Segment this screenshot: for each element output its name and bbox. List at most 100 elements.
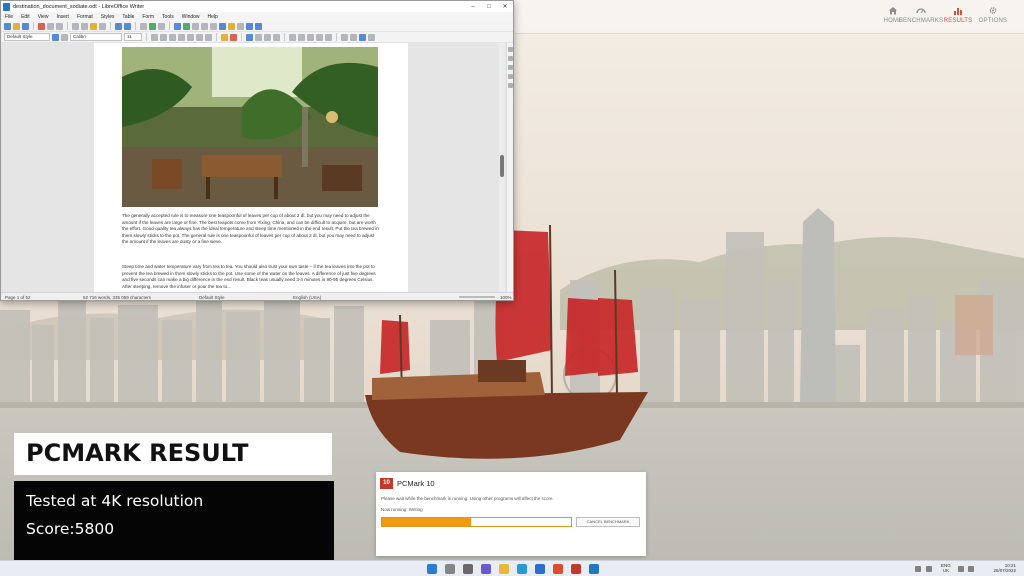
font-name-select[interactable]: Calibri — [70, 33, 122, 41]
numbered-list-icon[interactable] — [298, 33, 305, 41]
bullet-list-icon[interactable] — [289, 33, 296, 41]
widgets-icon[interactable] — [481, 564, 491, 574]
new-document-icon[interactable] — [4, 22, 11, 30]
font-size-select[interactable]: 11 — [124, 33, 142, 41]
document-area[interactable]: The generally accepted rule is to measur… — [1, 43, 513, 292]
gallery-icon[interactable] — [508, 65, 513, 70]
underline-icon[interactable] — [169, 33, 176, 41]
vertical-scrollbar[interactable] — [499, 43, 505, 292]
save-icon[interactable] — [22, 22, 29, 30]
highlight-color-icon[interactable] — [221, 33, 228, 41]
maximize-icon[interactable]: □ — [481, 4, 497, 10]
superscript-icon[interactable] — [187, 33, 194, 41]
minimize-icon[interactable]: – — [465, 4, 481, 10]
menu-table[interactable]: Table — [122, 14, 134, 20]
close-icon[interactable]: ✕ — [497, 3, 513, 10]
insert-special-character-icon[interactable] — [210, 22, 217, 30]
page-style[interactable]: Default Style — [199, 295, 225, 300]
menu-form[interactable]: Form — [142, 14, 154, 20]
writer-taskbar-icon[interactable] — [589, 564, 599, 574]
store-icon[interactable] — [535, 564, 545, 574]
insert-table-icon[interactable] — [174, 22, 181, 30]
redo-icon[interactable] — [124, 22, 131, 30]
scrollbar-thumb[interactable] — [500, 155, 504, 177]
basic-shapes-icon[interactable] — [255, 22, 262, 30]
edge-icon[interactable] — [517, 564, 527, 574]
outline-icon[interactable] — [307, 33, 314, 41]
new-style-icon[interactable] — [61, 33, 68, 41]
properties-icon[interactable] — [508, 47, 513, 52]
spelling-icon[interactable] — [149, 22, 156, 30]
paragraph-spacing-icon[interactable] — [350, 33, 357, 41]
increase-indent-icon[interactable] — [316, 33, 323, 41]
menu-help[interactable]: Help — [208, 14, 218, 20]
menu-insert[interactable]: Insert — [56, 14, 69, 20]
decrease-indent-icon[interactable] — [325, 33, 332, 41]
window-titlebar[interactable]: destination_document_sodiate.odt - Libre… — [1, 1, 513, 12]
onedrive-icon[interactable] — [926, 566, 932, 572]
sidebar-toggle-icon[interactable] — [359, 33, 366, 41]
insert-chart-icon[interactable] — [192, 22, 199, 30]
body-paragraph[interactable]: The generally accepted rule is to measur… — [122, 213, 380, 246]
start-icon[interactable] — [427, 564, 437, 574]
justify-icon[interactable] — [273, 33, 280, 41]
wifi-icon[interactable] — [958, 566, 964, 572]
menu-styles[interactable]: Styles — [101, 14, 115, 20]
chrome-icon[interactable] — [553, 564, 563, 574]
align-left-icon[interactable] — [246, 33, 253, 41]
font-color-icon[interactable] — [230, 33, 237, 41]
copy-icon[interactable] — [81, 22, 88, 30]
line-spacing-icon[interactable] — [341, 33, 348, 41]
nav-options[interactable]: OPTIONS — [969, 6, 1017, 24]
body-paragraph[interactable]: Steep time and water temperature vary fr… — [122, 264, 380, 290]
zoom-level[interactable]: 100% — [500, 295, 512, 300]
paragraph-style-select[interactable]: Default Style — [4, 33, 50, 41]
track-changes-icon[interactable] — [237, 22, 244, 30]
edit-icon[interactable] — [368, 33, 375, 41]
clone-formatting-icon[interactable] — [99, 22, 106, 30]
menu-format[interactable]: Format — [77, 14, 93, 20]
find-replace-icon[interactable] — [140, 22, 147, 30]
menu-window[interactable]: Window — [182, 14, 200, 20]
document-page[interactable]: The generally accepted rule is to measur… — [94, 43, 408, 292]
export-pdf-icon[interactable] — [38, 22, 45, 30]
strikethrough-icon[interactable] — [178, 33, 185, 41]
system-clock[interactable]: 10:21 26/07/2022 — [980, 563, 1016, 573]
menu-tools[interactable]: Tools — [162, 14, 174, 20]
print-preview-icon[interactable] — [56, 22, 63, 30]
italic-icon[interactable] — [160, 33, 167, 41]
paste-icon[interactable] — [90, 22, 97, 30]
page-icon[interactable] — [508, 83, 513, 88]
navigator-icon[interactable] — [508, 74, 513, 79]
formatting-marks-icon[interactable] — [158, 22, 165, 30]
chevron-up-icon[interactable] — [915, 566, 921, 572]
update-style-icon[interactable] — [52, 33, 59, 41]
insert-hyperlink-icon[interactable] — [219, 22, 226, 30]
task-view-icon[interactable] — [463, 564, 473, 574]
word-count[interactable]: 52 716 words, 335 059 characters — [83, 295, 151, 300]
cut-icon[interactable] — [72, 22, 79, 30]
volume-icon[interactable] — [968, 566, 974, 572]
insert-line-icon[interactable] — [246, 22, 253, 30]
menu-edit[interactable]: Edit — [21, 14, 30, 20]
pcmark-taskbar-icon[interactable] — [571, 564, 581, 574]
zoom-slider[interactable] — [459, 296, 495, 298]
styles-icon[interactable] — [508, 56, 513, 61]
text-language[interactable]: English (USA) — [293, 295, 321, 300]
subscript-icon[interactable] — [196, 33, 203, 41]
insert-comment-icon[interactable] — [228, 22, 235, 30]
open-folder-icon[interactable] — [13, 22, 20, 30]
align-right-icon[interactable] — [264, 33, 271, 41]
insert-textbox-icon[interactable] — [201, 22, 208, 30]
insert-image-icon[interactable] — [183, 22, 190, 30]
search-icon[interactable] — [445, 564, 455, 574]
menu-file[interactable]: File — [5, 14, 13, 20]
language-indicator[interactable]: ENG UK — [941, 563, 951, 573]
undo-icon[interactable] — [115, 22, 122, 30]
print-icon[interactable] — [47, 22, 54, 30]
menu-view[interactable]: View — [38, 14, 49, 20]
cancel-benchmark-button[interactable]: CANCEL BENCHMARK — [576, 517, 640, 527]
align-center-icon[interactable] — [255, 33, 262, 41]
bold-icon[interactable] — [151, 33, 158, 41]
shadow-icon[interactable] — [205, 33, 212, 41]
